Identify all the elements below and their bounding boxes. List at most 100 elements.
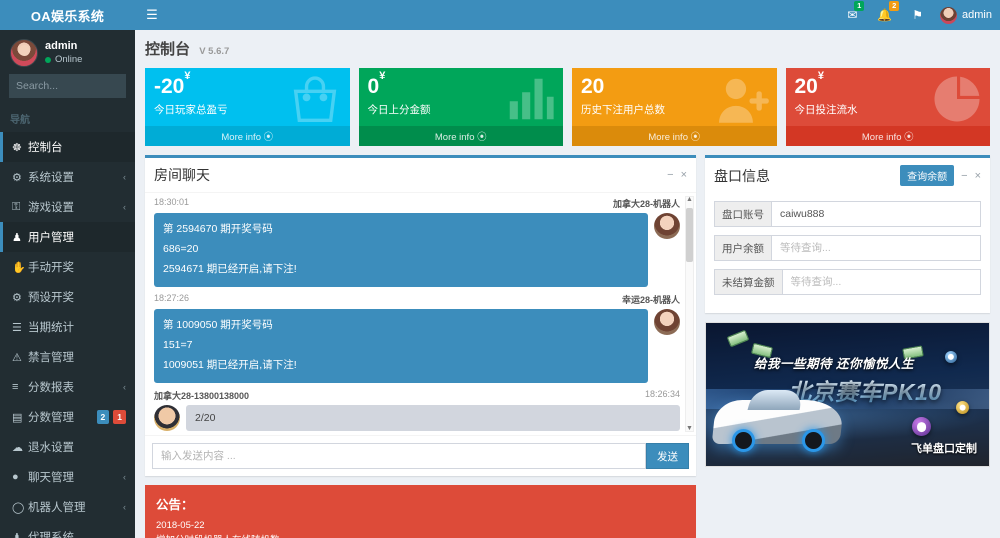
stat-card-number: 20 <box>581 75 604 98</box>
stat-card-label: 历史下注用户总数 <box>581 102 768 117</box>
hand-icon: ✋ <box>12 261 28 274</box>
close-icon[interactable]: × <box>681 169 687 181</box>
sidebar-user-status-label: Online <box>55 54 82 67</box>
sidebar-item-0[interactable]: ☸控制台 <box>0 132 135 162</box>
stat-cards-row: -20¥今日玩家总盈亏More info ⦿0¥今日上分金额More info … <box>145 68 990 146</box>
market-panel-tools: 查询余额 − × <box>900 165 981 186</box>
announcement-date: 2018-05-22 <box>156 519 685 534</box>
stat-card-1[interactable]: 0¥今日上分金额More info ⦿ <box>359 68 564 146</box>
sidebar-item-3[interactable]: ♟用户管理 <box>0 222 135 252</box>
topbar-user-label: admin <box>962 9 992 21</box>
online-dot-icon <box>45 57 51 63</box>
topbar-user-menu[interactable]: admin <box>934 7 992 24</box>
stat-card-currency: ¥ <box>184 70 190 82</box>
more-info-link[interactable]: More info ⦿ <box>145 126 350 146</box>
stat-card-value: 20 <box>581 75 768 99</box>
message-row: 第 1009050 期开奖号码151=71009051 期已经开启,请下注! <box>154 309 680 383</box>
more-info-label: More info <box>648 132 688 143</box>
sidebar-item-label: 游戏设置 <box>28 199 123 215</box>
chat-input-row: 发送 <box>145 435 696 476</box>
minimize-icon[interactable]: − <box>961 170 967 182</box>
wheel-icon <box>732 429 755 452</box>
chat-scrollbar[interactable]: ▲ ▼ <box>685 196 694 432</box>
bars-icon: ≡ <box>12 381 28 393</box>
sidebar-item-5[interactable]: ⚙预设开奖 <box>0 282 135 312</box>
user-plus-icon: ♟ <box>12 531 28 538</box>
chevron-left-icon: ‹ <box>123 472 126 482</box>
more-info-link[interactable]: More info ⦿ <box>786 126 991 146</box>
flag-icon[interactable]: ⚑ <box>903 8 932 22</box>
field-input[interactable] <box>772 202 980 226</box>
sidebar-user-name: admin <box>45 39 82 54</box>
field-input[interactable] <box>783 270 981 294</box>
close-icon[interactable]: × <box>975 170 981 182</box>
status-badge: 2 <box>97 410 110 425</box>
chat-scrollbar-thumb[interactable] <box>686 208 693 262</box>
send-button[interactable]: 发送 <box>646 443 689 469</box>
bell-badge: 2 <box>889 1 899 11</box>
stat-card-3[interactable]: 20¥今日投注流水More info ⦿ <box>786 68 991 146</box>
sidebar-item-9[interactable]: ▤分数管理21 <box>0 402 135 432</box>
sidebar-item-7[interactable]: ⚠禁言管理 <box>0 342 135 372</box>
stat-card-0[interactable]: -20¥今日玩家总盈亏More info ⦿ <box>145 68 350 146</box>
sidebar-item-8[interactable]: ≡分数报表‹ <box>0 372 135 402</box>
app-logo[interactable]: OA娱乐系统 <box>0 0 135 30</box>
search-box[interactable]: 🔍 <box>9 74 126 98</box>
chat-message: 18:30:01加拿大28-机器人第 2594670 期开奖号码686=2025… <box>154 197 680 287</box>
market-form: 盘口账号用户余额未结算金额 <box>705 193 990 313</box>
message-time: 18:26:34 <box>645 389 680 402</box>
stat-card-body: 20¥今日投注流水 <box>786 68 991 126</box>
stat-card-body: 20 历史下注用户总数 <box>572 68 777 126</box>
sidebar-item-11[interactable]: ●聊天管理‹ <box>0 462 135 492</box>
billiard-ball-icon <box>912 417 931 436</box>
stat-card-value: -20¥ <box>154 75 341 99</box>
sidebar-user-panel[interactable]: admin Online <box>0 30 135 74</box>
billiard-ball-icon <box>945 351 957 363</box>
chevron-left-icon: ‹ <box>123 502 126 512</box>
sidebar-item-6[interactable]: ☰当期统计 <box>0 312 135 342</box>
scroll-down-icon[interactable]: ▼ <box>685 425 694 432</box>
sidebar-item-label: 分数管理 <box>28 409 97 425</box>
sidebar-item-13[interactable]: ♟代理系统 <box>0 522 135 538</box>
chevron-left-icon: ‹ <box>123 202 126 212</box>
sidebar-item-label: 代理系统 <box>28 529 126 538</box>
message-row: 第 2594670 期开奖号码686=202594671 期已经开启,请下注! <box>154 213 680 287</box>
query-balance-button[interactable]: 查询余额 <box>900 165 954 186</box>
sidebar-item-12[interactable]: ◯机器人管理‹ <box>0 492 135 522</box>
minimize-icon[interactable]: − <box>667 169 673 181</box>
announcement-panel: 公告： 2018-05-22增加分时段机器人在线随机数2018-05-13宣迎十… <box>145 485 696 538</box>
more-info-link[interactable]: More info ⦿ <box>359 126 564 146</box>
chat-input[interactable] <box>152 443 646 469</box>
field-input[interactable] <box>772 236 980 260</box>
message-row: 2/20 <box>154 405 680 432</box>
menu-toggle-icon[interactable]: ☰ <box>135 0 169 30</box>
gamepad-icon: ⚿ <box>12 201 28 214</box>
sidebar-user-status: Online <box>45 54 82 67</box>
bell-icon[interactable]: 🔔 2 <box>868 8 901 22</box>
sidebar-item-2[interactable]: ⚿游戏设置‹ <box>0 192 135 222</box>
more-info-link[interactable]: More info ⦿ <box>572 126 777 146</box>
stat-card-2[interactable]: 20 历史下注用户总数 More info ⦿ <box>572 68 777 146</box>
message-line: 2594671 期已经开启,请下注! <box>163 260 639 280</box>
chevron-left-icon: ‹ <box>123 382 126 392</box>
chat-message-list[interactable]: 18:30:01加拿大28-机器人第 2594670 期开奖号码686=2025… <box>145 193 696 435</box>
sidebar-item-10[interactable]: ☁退水设置 <box>0 432 135 462</box>
promo-banner[interactable]: 给我一些期待 还你愉悦人生 北京赛车PK10 飞单盘口定制 <box>705 322 990 467</box>
sidebar-item-label: 控制台 <box>28 139 126 155</box>
sidebar-item-1[interactable]: ⚙系统设置‹ <box>0 162 135 192</box>
panels-row: 房间聊天 − × 18:30:01加拿大28-机器人第 2594670 期开奖号… <box>145 155 990 538</box>
message-bubble: 第 2594670 期开奖号码686=202594671 期已经开启,请下注! <box>154 213 648 287</box>
sidebar-item-4[interactable]: ✋手动开奖 <box>0 252 135 282</box>
content-wrapper: 控制台 V 5.6.7 -20¥今日玩家总盈亏More info ⦿0¥今日上分… <box>135 30 1000 538</box>
scroll-up-icon[interactable]: ▲ <box>685 196 694 203</box>
sidebar-item-label: 聊天管理 <box>28 469 123 485</box>
envelope-icon[interactable]: ✉ 1 <box>838 8 866 22</box>
right-column: 盘口信息 查询余额 − × 盘口账号用户余额未结算金额 <box>705 155 990 467</box>
search-input[interactable] <box>16 80 135 92</box>
sidebar-item-label: 预设开奖 <box>28 289 126 305</box>
cloud-icon: ☁ <box>12 441 28 454</box>
stat-card-number: 20 <box>795 75 818 98</box>
sidebar-item-badges: 21 <box>97 410 126 425</box>
more-info-label: More info <box>221 132 261 143</box>
message-avatar <box>154 405 180 431</box>
